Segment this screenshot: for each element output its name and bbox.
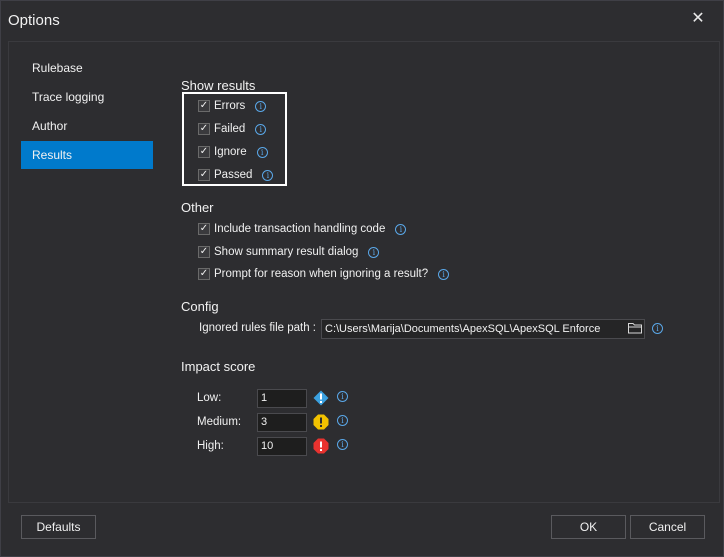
info-icon[interactable]: i: [337, 391, 348, 402]
passed-label: Passed: [214, 169, 253, 181]
transaction-checkbox[interactable]: ✓: [198, 223, 210, 235]
passed-checkbox-row[interactable]: ✓ Passed i: [198, 167, 274, 183]
high-label: High:: [197, 440, 224, 452]
ignore-label: Ignore: [214, 146, 247, 158]
info-alert-icon: [313, 390, 329, 406]
failed-checkbox-row[interactable]: ✓ Failed i: [198, 121, 267, 137]
high-score-input[interactable]: 10: [257, 437, 307, 456]
ok-button[interactable]: OK: [551, 515, 626, 539]
show-results-heading: Show results: [181, 78, 256, 93]
config-heading: Config: [181, 299, 219, 314]
low-label: Low:: [197, 392, 222, 404]
sidebar-item-results[interactable]: Results: [21, 141, 153, 169]
info-icon[interactable]: i: [255, 123, 267, 135]
prompt-checkbox-row[interactable]: ✓ Prompt for reason when ignoring a resu…: [198, 266, 450, 282]
sidebar-item-author[interactable]: Author: [21, 112, 153, 140]
close-icon[interactable]: ✕: [690, 11, 706, 27]
error-alert-icon: [313, 438, 329, 454]
summary-label: Show summary result dialog: [214, 246, 359, 258]
info-icon[interactable]: i: [652, 323, 663, 334]
prompt-label: Prompt for reason when ignoring a result…: [214, 268, 429, 280]
path-label: Ignored rules file path :: [199, 322, 316, 334]
passed-checkbox[interactable]: ✓: [198, 169, 210, 181]
prompt-checkbox[interactable]: ✓: [198, 268, 210, 280]
dialog-title: Options: [8, 12, 60, 29]
medium-score-input[interactable]: 3: [257, 413, 307, 432]
sidebar-item-rulebase[interactable]: Rulebase: [21, 54, 153, 82]
info-icon[interactable]: i: [368, 246, 380, 258]
info-icon[interactable]: i: [337, 415, 348, 426]
info-icon[interactable]: i: [256, 146, 268, 158]
ignored-rules-path-input[interactable]: C:\Users\Marija\Documents\ApexSQL\ApexSQ…: [321, 319, 645, 339]
low-score-input[interactable]: 1: [257, 389, 307, 408]
medium-label: Medium:: [197, 416, 242, 428]
transaction-label: Include transaction handling code: [214, 223, 386, 235]
errors-checkbox-row[interactable]: ✓ Errors i: [198, 98, 267, 114]
other-heading: Other: [181, 200, 214, 215]
defaults-button[interactable]: Defaults: [21, 515, 96, 539]
summary-checkbox-row[interactable]: ✓ Show summary result dialog i: [198, 244, 380, 260]
errors-checkbox[interactable]: ✓: [198, 100, 210, 112]
folder-icon[interactable]: [628, 322, 642, 334]
info-icon[interactable]: i: [262, 169, 274, 181]
info-icon[interactable]: i: [337, 439, 348, 450]
info-icon[interactable]: i: [438, 268, 450, 280]
ignore-checkbox-row[interactable]: ✓ Ignore i: [198, 144, 268, 160]
failed-checkbox[interactable]: ✓: [198, 123, 210, 135]
info-icon[interactable]: i: [395, 223, 407, 235]
warning-alert-icon: [313, 414, 329, 430]
ignore-checkbox[interactable]: ✓: [198, 146, 210, 158]
cancel-button[interactable]: Cancel: [630, 515, 705, 539]
sidebar-item-trace-logging[interactable]: Trace logging: [21, 83, 153, 111]
options-dialog: Options ✕ Rulebase Trace logging Author …: [0, 0, 724, 557]
summary-checkbox[interactable]: ✓: [198, 246, 210, 258]
errors-label: Errors: [214, 100, 246, 112]
failed-label: Failed: [214, 123, 246, 135]
transaction-checkbox-row[interactable]: ✓ Include transaction handling code i: [198, 221, 407, 237]
impact-score-heading: Impact score: [181, 359, 256, 374]
info-icon[interactable]: i: [255, 100, 267, 112]
